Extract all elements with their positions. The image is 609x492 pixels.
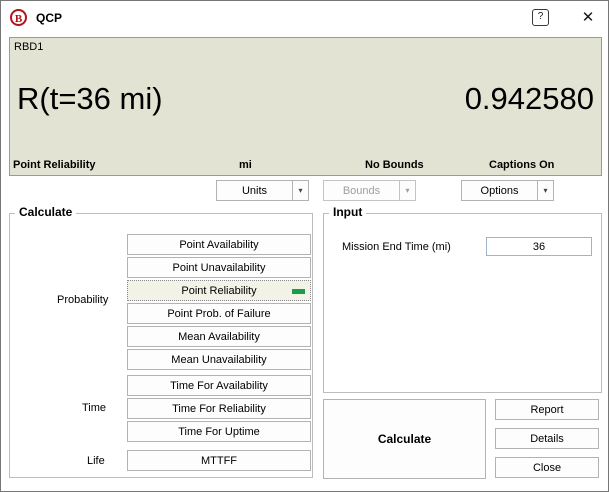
point-availability-button[interactable]: Point Availability: [127, 234, 311, 255]
time-for-uptime-button[interactable]: Time For Uptime: [127, 421, 311, 442]
life-category-label: Life: [87, 455, 105, 467]
window-title: QCP: [36, 10, 63, 25]
captions-caption: Captions On: [489, 159, 555, 171]
app-logo-icon: B: [10, 9, 27, 26]
mttff-button[interactable]: MTTFF: [127, 450, 311, 471]
input-groupbox-title: Input: [329, 205, 367, 219]
title-bar: B QCP ? ✕: [1, 1, 608, 34]
close-icon[interactable]: ✕: [577, 10, 599, 25]
mean-availability-button[interactable]: Mean Availability: [127, 326, 311, 347]
units-button[interactable]: Units: [216, 180, 293, 201]
result-expression: R(t=36 mi): [17, 81, 163, 116]
time-for-reliability-button[interactable]: Time For Reliability: [127, 398, 311, 419]
calculate-groupbox-title: Calculate: [15, 205, 77, 219]
close-button[interactable]: Close: [495, 457, 599, 478]
result-row: R(t=36 mi) 0.942580: [17, 80, 594, 118]
point-prob-of-failure-button[interactable]: Point Prob. of Failure: [127, 303, 311, 324]
point-reliability-label: Point Reliability: [181, 284, 257, 297]
probability-category-label: Probability: [57, 294, 109, 306]
bounds-caption: No Bounds: [365, 159, 424, 171]
bounds-dropdown-arrow-icon: ▾: [399, 180, 416, 201]
time-category-label: Time: [82, 402, 107, 414]
qcp-window: B QCP ? ✕ RBD1 R(t=36 mi) 0.942580 Point…: [0, 0, 609, 492]
help-icon[interactable]: ?: [532, 9, 549, 26]
input-groupbox: Input Mission End Time (mi): [323, 205, 602, 393]
time-for-availability-button[interactable]: Time For Availability: [127, 375, 311, 396]
mean-unavailability-button[interactable]: Mean Unavailability: [127, 349, 311, 370]
calculate-groupbox: Calculate Probability Time Life Point Av…: [9, 205, 313, 478]
bounds-button: Bounds: [323, 180, 400, 201]
units-dropdown-arrow-icon[interactable]: ▾: [292, 180, 309, 201]
metric-caption: Point Reliability: [13, 159, 96, 171]
model-name: RBD1: [14, 41, 44, 53]
details-button[interactable]: Details: [495, 428, 599, 449]
report-button[interactable]: Report: [495, 399, 599, 420]
calculate-button[interactable]: Calculate: [323, 399, 486, 479]
mission-end-time-input[interactable]: [486, 237, 592, 256]
units-caption: mi: [239, 159, 252, 171]
options-dropdown-arrow-icon[interactable]: ▾: [537, 180, 554, 201]
selected-indicator: [292, 289, 305, 294]
point-unavailability-button[interactable]: Point Unavailability: [127, 257, 311, 278]
options-button[interactable]: Options: [461, 180, 538, 201]
result-display-panel: RBD1 R(t=36 mi) 0.942580 Point Reliabili…: [9, 37, 602, 176]
mission-end-time-label: Mission End Time (mi): [342, 241, 451, 253]
point-reliability-button[interactable]: Point Reliability: [127, 280, 311, 301]
result-value: 0.942580: [464, 81, 594, 116]
